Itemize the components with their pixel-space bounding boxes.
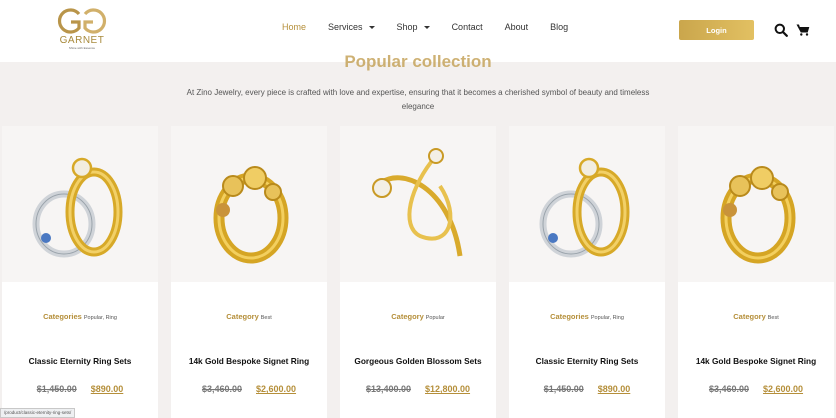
category-link[interactable]: Best: [768, 315, 779, 321]
sale-price: $890.00: [90, 384, 124, 394]
nav-item-about[interactable]: About: [505, 22, 529, 32]
chevron-down-icon: [368, 25, 375, 29]
brand-tagline: Shine with Essence: [68, 46, 96, 50]
product-card[interactable]: Category Best 14k Gold Bespoke Signet Rin…: [171, 126, 327, 418]
old-price: $3,460.00: [708, 384, 749, 394]
product-card[interactable]: Category Popular Gorgeous Golden Blossom …: [340, 126, 496, 418]
nav-item-home[interactable]: Home: [282, 22, 306, 32]
product-info: Category Best 14k Gold Bespoke Signet Rin…: [678, 282, 834, 418]
sale-price: $890.00: [597, 384, 631, 394]
product-info: Category Best 14k Gold Bespoke Signet Rin…: [171, 282, 327, 418]
product-image[interactable]: [2, 126, 158, 282]
product-categories: Category Popular: [391, 312, 445, 321]
search-icon[interactable]: [774, 23, 788, 37]
product-categories: Categories Popular, Ring: [43, 312, 117, 321]
product-price: $3,460.00 $2,600.00: [678, 384, 834, 394]
logo-mark-icon: [57, 8, 107, 34]
old-price: $1,450.00: [543, 384, 584, 394]
product-info: Categories Popular, Ring Classic Eternity…: [2, 282, 158, 418]
flower-signet-ring-icon: [720, 166, 796, 264]
sale-price: $12,800.00: [425, 384, 471, 394]
product-info: Categories Popular, Ring Classic Eternity…: [509, 282, 665, 418]
product-categories: Categories Popular, Ring: [550, 312, 624, 321]
sale-price: $2,600.00: [763, 384, 804, 394]
product-price: $1,450.00 $890.00: [509, 384, 665, 394]
section-subtitle: At Zino Jewelry, every piece is crafted …: [186, 88, 650, 111]
old-price: $3,460.00: [201, 384, 242, 394]
category-link[interactable]: Popular, Ring: [84, 315, 117, 321]
product-title[interactable]: 14k Gold Bespoke Signet Ring: [678, 356, 834, 366]
nav-item-services[interactable]: Services: [328, 22, 375, 32]
product-image[interactable]: [509, 126, 665, 282]
product-title[interactable]: Gorgeous Golden Blossom Sets: [340, 356, 496, 366]
chevron-down-icon: [423, 25, 430, 29]
product-card[interactable]: Categories Popular, Ring Classic Eternity…: [2, 126, 158, 418]
product-price: $13,400.00 $12,800.00: [340, 384, 496, 394]
nav-item-contact[interactable]: Contact: [452, 22, 483, 32]
category-link[interactable]: Best: [261, 315, 272, 321]
product-title[interactable]: Classic Eternity Ring Sets: [2, 356, 158, 366]
crossover-ring-icon: [372, 148, 463, 257]
category-link[interactable]: Popular: [426, 315, 445, 321]
eternity-ring-set-icon: [539, 157, 630, 258]
product-image[interactable]: [678, 126, 834, 282]
product-price: $3,460.00 $2,600.00: [171, 384, 327, 394]
category-link[interactable]: Popular, Ring: [591, 315, 624, 321]
flower-signet-ring-icon: [213, 166, 289, 264]
product-title[interactable]: 14k Gold Bespoke Signet Ring: [171, 356, 327, 366]
nav-item-shop[interactable]: Shop: [397, 22, 430, 32]
cart-icon[interactable]: [796, 23, 810, 36]
product-card[interactable]: Categories Popular, Ring Classic Eternity…: [509, 126, 665, 418]
sale-price: $2,600.00: [256, 384, 297, 394]
old-price: $13,400.00: [365, 384, 411, 394]
old-price: $1,450.00: [36, 384, 77, 394]
product-categories: Category Best: [226, 312, 272, 321]
section-title: Popular collection: [344, 52, 492, 71]
brand-name: GARNET: [59, 35, 105, 46]
product-info: Category Popular Gorgeous Golden Blossom …: [340, 282, 496, 418]
product-image[interactable]: [340, 126, 496, 282]
product-image[interactable]: [171, 126, 327, 282]
product-title[interactable]: Classic Eternity Ring Sets: [509, 356, 665, 366]
product-card[interactable]: Category Best 14k Gold Bespoke Signet Rin…: [678, 126, 834, 418]
eternity-ring-set-icon: [32, 157, 123, 258]
main-nav: Home Services Shop Contact About Blog: [282, 22, 590, 32]
status-bar-url: /product/classic-eternity-ring-sets/: [0, 408, 76, 418]
login-button[interactable]: Login: [679, 20, 754, 40]
product-categories: Category Best: [733, 312, 779, 321]
nav-item-blog[interactable]: Blog: [550, 22, 568, 32]
product-price: $1,450.00 $890.00: [2, 384, 158, 394]
brand-logo[interactable]: GARNET Shine with Essence: [52, 6, 112, 56]
